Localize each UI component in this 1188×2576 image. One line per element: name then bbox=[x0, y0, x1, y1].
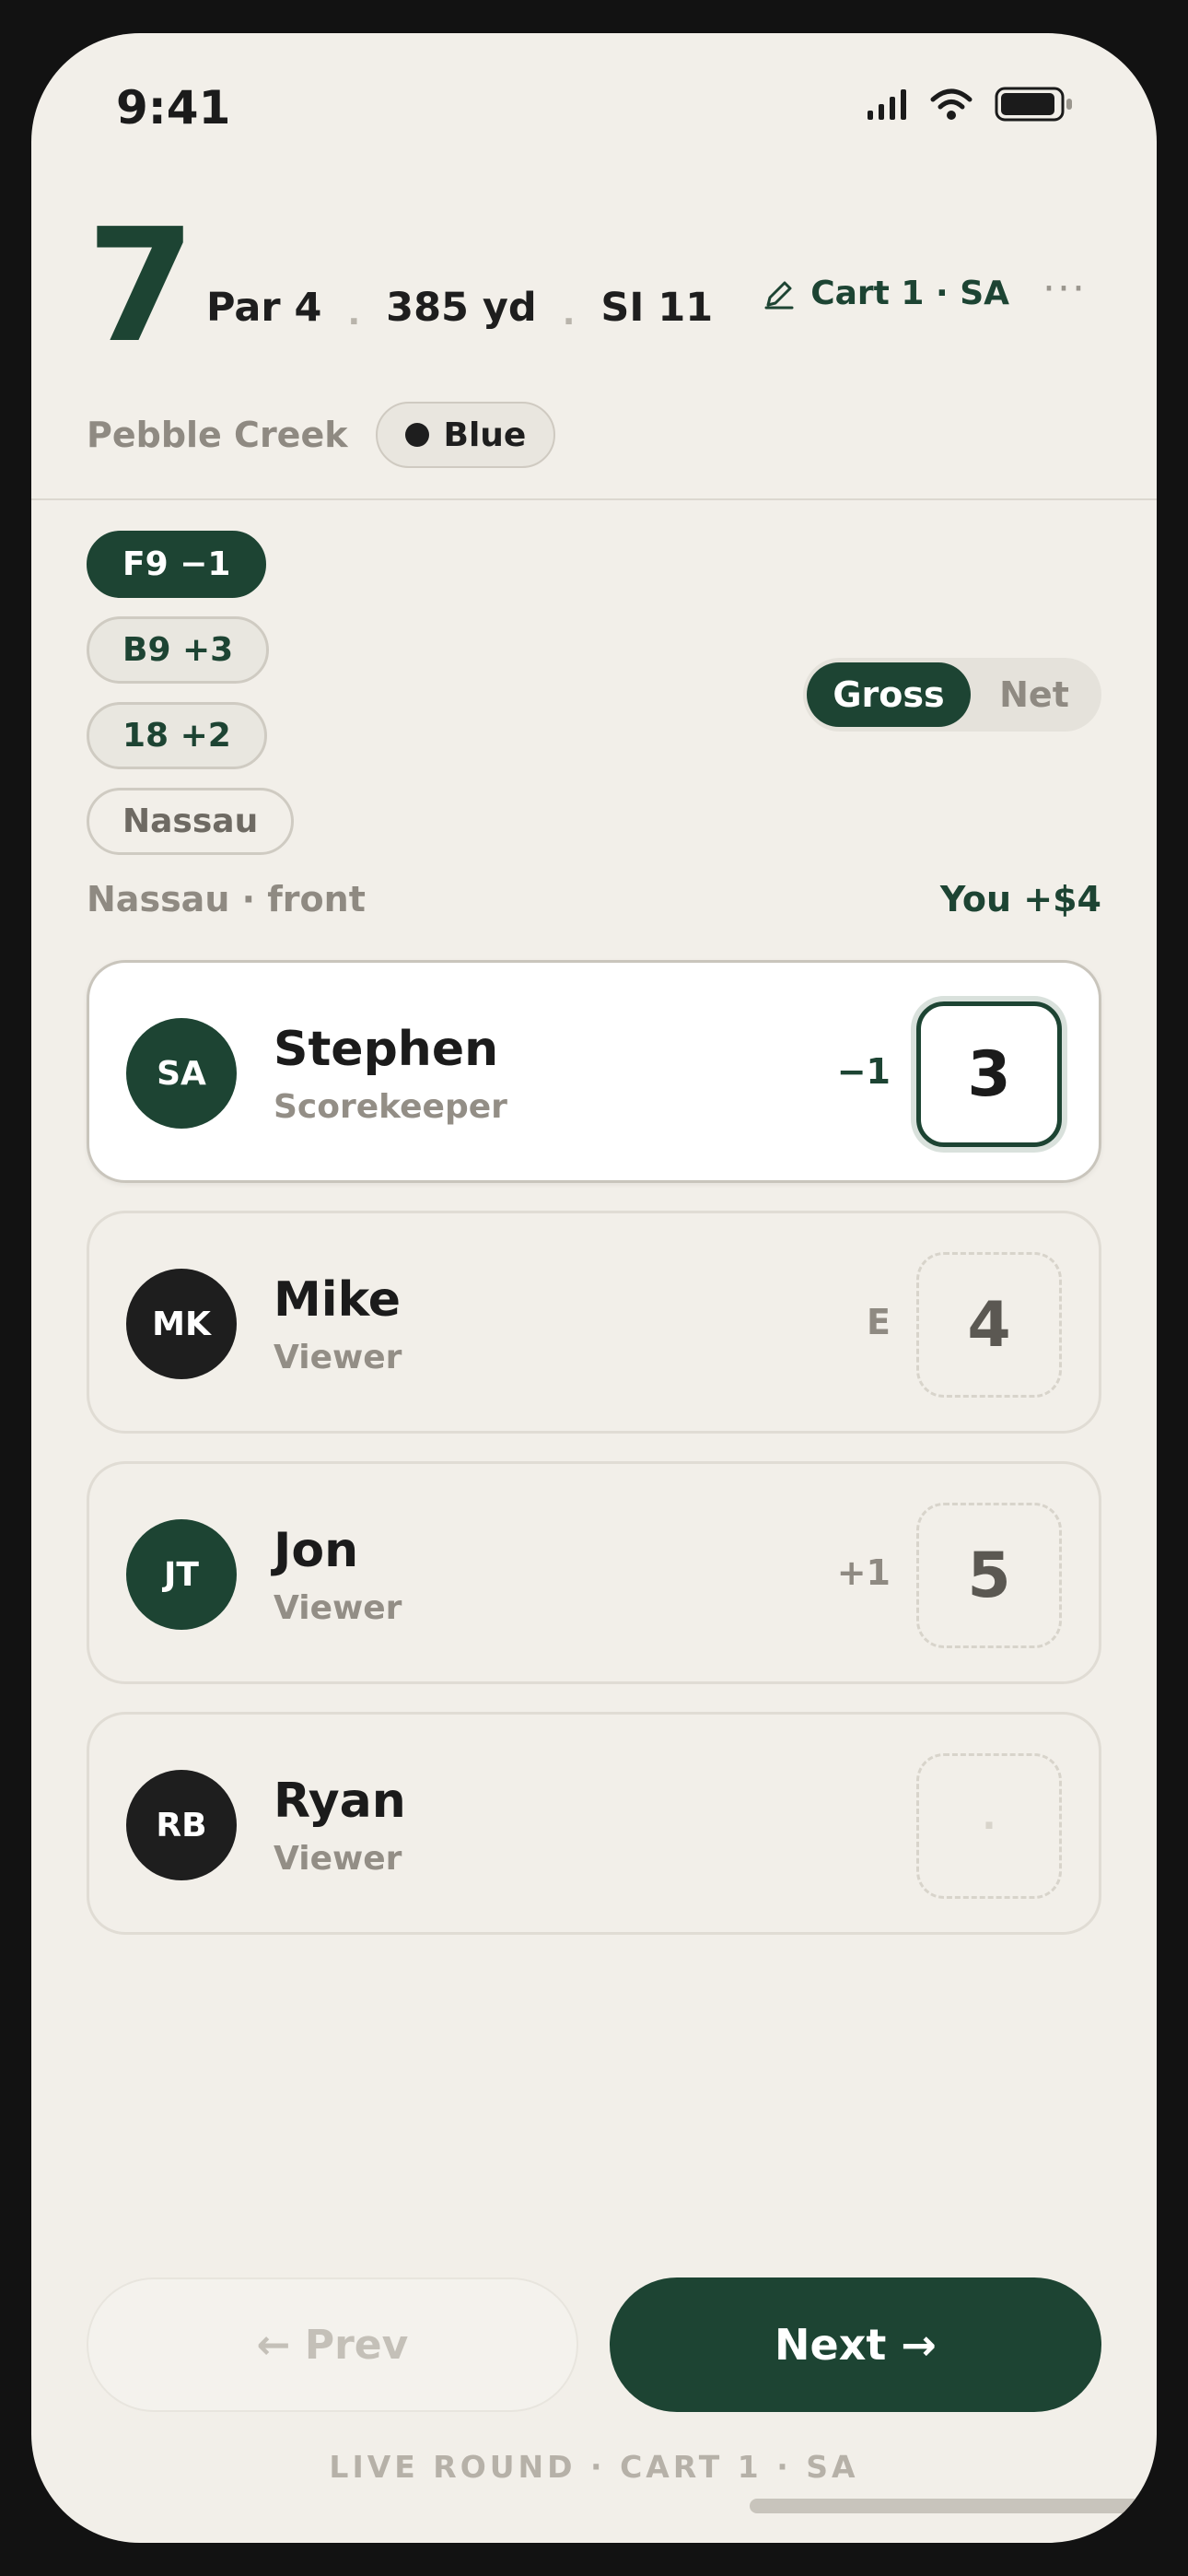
player-to-par: E bbox=[867, 1302, 891, 1342]
player-list: SA Stephen Scorekeeper −1 3 MK Mike View… bbox=[87, 960, 1101, 1962]
player-card[interactable]: JT Jon Viewer +1 5 bbox=[87, 1461, 1101, 1684]
status-time: 9:41 bbox=[116, 81, 231, 135]
tee-color-dot bbox=[404, 423, 429, 447]
player-card[interactable]: SA Stephen Scorekeeper −1 3 bbox=[87, 960, 1101, 1183]
player-name: Ryan bbox=[274, 1774, 406, 1829]
next-hole-button[interactable]: Next → bbox=[610, 2277, 1101, 2412]
hole-par: Par 4 bbox=[206, 284, 322, 331]
player-role: Viewer bbox=[274, 1840, 402, 1878]
score-input[interactable]: 5 bbox=[916, 1503, 1062, 1648]
meta-separator: . bbox=[347, 295, 361, 333]
avatar: MK bbox=[126, 1269, 237, 1379]
score-input[interactable]: 4 bbox=[916, 1252, 1062, 1398]
hole-number: 7 bbox=[87, 195, 196, 378]
score-input[interactable]: · bbox=[916, 1753, 1062, 1899]
signal-icon bbox=[868, 89, 906, 120]
tee-label: Blue bbox=[443, 416, 527, 454]
phone-screen: 9:41 7 Par 4 . 385 yd . SI 11 Cart 1 · S… bbox=[31, 33, 1157, 2543]
gross-net-toggle: Gross Net bbox=[803, 658, 1101, 732]
chip-eighteen[interactable]: 18 +2 bbox=[87, 702, 267, 769]
prev-hole-button[interactable]: ← Prev bbox=[87, 2277, 578, 2412]
chip-nassau[interactable]: Nassau bbox=[87, 788, 295, 855]
player-name: Jon bbox=[274, 1523, 359, 1578]
game-result: You +$4 bbox=[939, 879, 1101, 919]
home-indicator[interactable] bbox=[750, 2499, 1157, 2513]
score-input[interactable]: 3 bbox=[916, 1001, 1062, 1147]
more-options-icon[interactable]: ··· bbox=[1042, 265, 1087, 312]
match-chips: F9 −1 B9 +3 18 +2 Nassau bbox=[87, 531, 295, 855]
course-name: Pebble Creek bbox=[87, 415, 348, 455]
player-to-par: +1 bbox=[836, 1552, 891, 1593]
hole-meta: Par 4 . 385 yd . SI 11 bbox=[206, 282, 714, 334]
toggle-net[interactable]: Net bbox=[971, 662, 1098, 727]
meta-separator: . bbox=[562, 295, 576, 333]
player-role: Viewer bbox=[274, 1589, 402, 1627]
wifi-icon bbox=[930, 88, 973, 120]
chip-front-nine[interactable]: F9 −1 bbox=[87, 531, 267, 598]
avatar: JT bbox=[126, 1519, 237, 1630]
toggle-gross[interactable]: Gross bbox=[807, 662, 971, 727]
tee-selector[interactable]: Blue bbox=[375, 402, 556, 468]
player-name: Stephen bbox=[274, 1022, 499, 1077]
player-card[interactable]: RB Ryan Viewer · bbox=[87, 1712, 1101, 1935]
battery-icon bbox=[995, 87, 1072, 122]
avatar: RB bbox=[126, 1770, 237, 1880]
course-row: Pebble Creek Blue bbox=[87, 402, 556, 468]
player-card[interactable]: MK Mike Viewer E 4 bbox=[87, 1211, 1101, 1434]
player-role: Scorekeeper bbox=[274, 1088, 507, 1126]
player-name: Mike bbox=[274, 1272, 402, 1328]
cart-label: Cart 1 · SA bbox=[810, 275, 1009, 312]
player-to-par: −1 bbox=[836, 1051, 891, 1092]
status-icons bbox=[868, 87, 1074, 122]
hole-yardage: 385 yd bbox=[386, 284, 537, 331]
pencil-icon bbox=[764, 281, 794, 309]
chip-back-nine[interactable]: B9 +3 bbox=[87, 616, 270, 684]
cart-edit-button[interactable]: Cart 1 · SA bbox=[763, 275, 1009, 312]
header-divider bbox=[31, 498, 1157, 500]
avatar: SA bbox=[126, 1018, 237, 1129]
hole-stroke-index: SI 11 bbox=[600, 284, 714, 331]
game-label: Nassau · front bbox=[87, 879, 366, 919]
player-role: Viewer bbox=[274, 1339, 402, 1376]
live-round-label: LIVE ROUND · CART 1 · SA bbox=[329, 2449, 859, 2485]
